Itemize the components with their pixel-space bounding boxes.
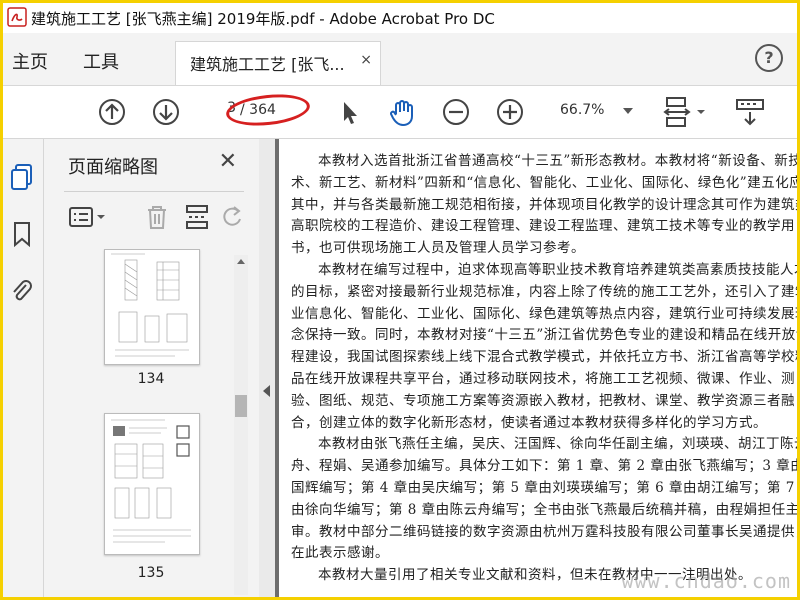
attachments-icon[interactable]: [9, 277, 35, 305]
main-toolbar: 3 / 364 66.7%: [3, 86, 797, 139]
tab-bar: 主页 工具 建筑施工工艺 [张飞... × ?: [3, 33, 797, 86]
paragraph: 本教材入选首批浙江省普通高校“十三五”新形态教材。本教材将“新设备、新技术、新工…: [291, 153, 797, 257]
hand-tool-icon[interactable]: [386, 96, 418, 128]
left-navigation-rail: [3, 139, 44, 597]
red-annotation-oval: [224, 90, 312, 130]
menu-home[interactable]: 主页: [12, 48, 48, 74]
document-tab[interactable]: 建筑施工工艺 [张飞... ×: [175, 41, 381, 85]
rotate-page-icon[interactable]: [222, 205, 244, 229]
paragraph: 本教材在编写过程中，迫求体现高等职业技术教育培养建筑类高素质技技能人才的目标，紧…: [291, 261, 797, 431]
thumbnail-options-icon[interactable]: [68, 205, 108, 229]
thumbnail-page-number: 134: [137, 371, 165, 387]
collapse-arrow-icon[interactable]: [263, 385, 270, 397]
document-text: 本教材入选首批浙江省普通高校“十三五”新形态教材。本教材将“新设备、新技术、新工…: [291, 151, 797, 587]
document-view[interactable]: 本教材入选首批浙江省普通高校“十三五”新形态教材。本教材将“新设备、新技术、新工…: [275, 139, 797, 597]
fit-page-icon[interactable]: [663, 96, 711, 128]
delete-page-icon[interactable]: [144, 203, 170, 231]
page-thumbnail-image: [111, 419, 191, 543]
thumbnail-list: 134 135: [64, 249, 249, 594]
panel-toolbar: [64, 199, 254, 233]
scroll-up-icon[interactable]: [236, 257, 246, 265]
close-tab-icon[interactable]: ×: [360, 52, 372, 68]
close-panel-icon[interactable]: ✕: [219, 149, 237, 174]
window-title: 建筑施工工艺 [张飞燕主编] 2019年版.pdf - Adobe Acroba…: [31, 10, 495, 28]
page-thumbnails-icon[interactable]: [9, 163, 35, 191]
help-icon[interactable]: ?: [755, 44, 783, 72]
thumbnails-panel: 页面缩略图 ✕ 134 135: [44, 139, 260, 597]
menu-tools[interactable]: 工具: [83, 48, 119, 74]
bookmarks-icon[interactable]: [11, 221, 33, 247]
zoom-dropdown-chevron-icon[interactable]: [623, 108, 633, 114]
panel-title: 页面缩略图: [68, 157, 158, 178]
scrollbar-thumb[interactable]: [235, 395, 247, 417]
select-pointer-icon[interactable]: [333, 96, 365, 128]
previous-page-icon[interactable]: [96, 96, 128, 128]
scroll-mode-icon[interactable]: [733, 96, 769, 128]
thumbnail-page-number: 135: [137, 565, 165, 581]
collapse-panel-handle[interactable]: [259, 139, 275, 597]
zoom-level-select[interactable]: 66.7%: [560, 102, 604, 118]
next-page-icon[interactable]: [150, 96, 182, 128]
page-thumbnail-image: [111, 253, 189, 357]
acrobat-app-icon: [7, 7, 27, 27]
paragraph: 本教材由张飞燕任主编，吴庆、汪国辉、徐向华任副主编，刘瑛瑛、胡江丁陈云舟、程娟、…: [291, 436, 797, 562]
thumbnail-scrollbar[interactable]: [234, 255, 248, 595]
zoom-in-icon[interactable]: [494, 96, 526, 128]
page-thumbnail[interactable]: [104, 249, 200, 365]
insert-page-icon[interactable]: [184, 203, 210, 231]
document-tab-label: 建筑施工工艺 [张飞...: [190, 55, 345, 74]
title-bar: 建筑施工工艺 [张飞燕主编] 2019年版.pdf - Adobe Acroba…: [3, 3, 797, 33]
zoom-out-icon[interactable]: [440, 96, 472, 128]
panel-divider: [64, 191, 244, 192]
watermark: www.cndao.com: [621, 569, 791, 593]
page-thumbnail[interactable]: [104, 413, 200, 555]
pdf-page: 本教材入选首批浙江省普通高校“十三五”新形态教材。本教材将“新设备、新技术、新工…: [279, 139, 797, 597]
